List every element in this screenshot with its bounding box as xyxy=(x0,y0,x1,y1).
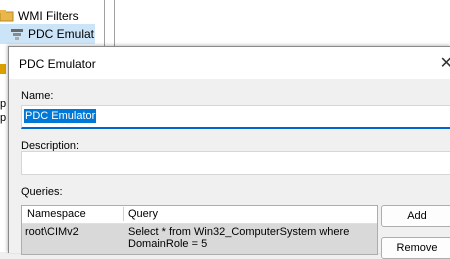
namespace-cell: root\CIMv2 xyxy=(25,226,79,238)
tree-item-wmi-filters[interactable]: WMI Filters xyxy=(0,6,79,26)
dialog-titlebar: PDC Emulator ✕ xyxy=(9,47,450,79)
tree-item-label: WMI Filters xyxy=(18,9,79,23)
column-header-namespace[interactable]: Namespace xyxy=(27,208,86,220)
navigation-tree: WMI Filters PDC Emulat xyxy=(0,0,98,46)
pdc-emulator-dialog: PDC Emulator ✕ Name: PDC Emulator Descri… xyxy=(8,46,450,259)
table-header: Namespace Query xyxy=(22,206,377,224)
column-header-query[interactable]: Query xyxy=(128,208,158,220)
table-row[interactable]: root\CIMv2 Select * from Win32_ComputerS… xyxy=(22,224,377,254)
partial-text: p xyxy=(0,112,7,124)
query-cell-line1: Select * from Win32_ComputerSystem where xyxy=(128,226,350,238)
description-field[interactable] xyxy=(21,151,450,175)
queries-table[interactable]: Namespace Query root\CIMv2 Select * from… xyxy=(21,205,378,255)
queries-label: Queries: xyxy=(21,186,63,198)
query-cell-line2: DomainRole = 5 xyxy=(128,238,208,250)
close-icon[interactable]: ✕ xyxy=(440,53,450,73)
remove-button[interactable]: Remove xyxy=(381,237,450,259)
divider xyxy=(114,0,115,46)
tree-item-label: PDC Emulat xyxy=(28,27,95,41)
column-separator[interactable] xyxy=(123,207,124,221)
partial-text: p xyxy=(0,98,7,110)
name-value: PDC Emulator xyxy=(24,109,97,123)
divider xyxy=(104,0,105,46)
add-button[interactable]: Add xyxy=(381,205,450,227)
name-label: Name: xyxy=(21,90,54,102)
folder-icon xyxy=(0,64,6,74)
name-field[interactable]: PDC Emulator xyxy=(21,105,450,129)
tree-item-pdc-emulator[interactable]: PDC Emulat xyxy=(0,24,95,44)
folder-icon xyxy=(0,10,14,22)
filter-icon xyxy=(10,28,24,40)
dialog-title: PDC Emulator xyxy=(19,57,96,71)
